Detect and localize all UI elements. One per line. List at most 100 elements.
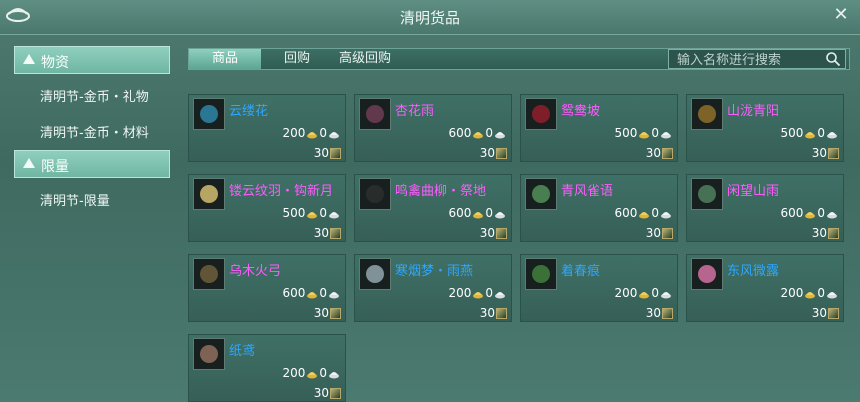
item-name: 青风雀语 xyxy=(561,184,614,199)
sidebar-item-gifts[interactable]: 清明节-金币・礼物 xyxy=(40,86,149,105)
price-zero: 0 xyxy=(651,206,659,220)
item-card[interactable]: 鸳鸯坡 500 0 30 xyxy=(520,94,678,162)
quantity-value: 30 xyxy=(811,226,827,240)
category-label: 物资 xyxy=(41,55,69,71)
item-card[interactable]: 青风雀语 600 0 30 xyxy=(520,174,678,242)
sidebar-item-limited[interactable]: 清明节-限量 xyxy=(40,190,110,209)
stock-icon xyxy=(662,148,673,159)
quantity-value: 30 xyxy=(645,146,661,160)
sidebar-item-materials[interactable]: 清明节-金币・材料 xyxy=(40,122,149,141)
gold-ingot-icon xyxy=(639,211,650,218)
item-quantity: 30 xyxy=(480,226,507,240)
price-zero: 0 xyxy=(319,286,327,300)
price-value: 200 xyxy=(614,286,638,300)
item-name: 着春痕 xyxy=(561,264,601,279)
title-bar: 清明货品 ✕ xyxy=(0,0,860,35)
item-card[interactable]: 山泷青阳 500 0 30 xyxy=(686,94,844,162)
item-card[interactable]: 鸣禽曲柳・祭地 600 0 30 xyxy=(354,174,512,242)
item-name: 纸鸢 xyxy=(229,344,256,359)
quantity-value: 30 xyxy=(811,306,827,320)
gold-ingot-icon xyxy=(307,131,318,138)
item-price: 500 0 xyxy=(780,126,839,140)
quantity-value: 30 xyxy=(479,146,495,160)
item-card[interactable]: 着春痕 200 0 30 xyxy=(520,254,678,322)
kite-icon xyxy=(193,338,225,370)
price-zero: 0 xyxy=(319,366,327,380)
stock-icon xyxy=(496,308,507,319)
price-zero: 0 xyxy=(817,126,825,140)
category-supplies[interactable]: 物资 xyxy=(14,46,170,74)
item-name: 东风微露 xyxy=(727,264,780,279)
gold-ingot-icon xyxy=(307,371,318,378)
gold-ingot-icon xyxy=(805,291,816,298)
hook-icon xyxy=(691,178,723,210)
item-quantity: 30 xyxy=(812,146,839,160)
item-price: 600 0 xyxy=(614,206,673,220)
price-zero: 0 xyxy=(485,206,493,220)
item-quantity: 30 xyxy=(812,226,839,240)
willow-icon xyxy=(359,178,391,210)
silver-ingot-icon xyxy=(827,131,837,138)
item-quantity: 30 xyxy=(480,146,507,160)
flower-icon xyxy=(193,98,225,130)
item-card[interactable]: 云缕花 200 0 30 xyxy=(188,94,346,162)
item-card[interactable]: 纸鸢 200 0 30 xyxy=(188,334,346,402)
tab-advanced-buyback[interactable]: 高级回购 xyxy=(329,49,401,69)
price-value: 600 xyxy=(448,126,472,140)
silver-ingot-icon xyxy=(329,211,339,218)
item-price: 200 0 xyxy=(614,286,673,300)
stock-icon xyxy=(330,228,341,239)
stock-icon xyxy=(828,148,839,159)
price-zero: 0 xyxy=(651,286,659,300)
silver-ingot-icon xyxy=(827,211,837,218)
item-card[interactable]: 寒烟梦・雨燕 200 0 30 xyxy=(354,254,512,322)
item-card[interactable]: 乌木火弓 600 0 30 xyxy=(188,254,346,322)
silver-ingot-icon xyxy=(495,131,505,138)
price-zero: 0 xyxy=(485,126,493,140)
price-value: 200 xyxy=(780,286,804,300)
price-zero: 0 xyxy=(319,126,327,140)
tab-buyback[interactable]: 回购 xyxy=(269,49,325,69)
tab-goods[interactable]: 商品 xyxy=(189,49,261,69)
silver-ingot-icon xyxy=(329,291,339,298)
window-title: 清明货品 xyxy=(399,9,460,27)
item-price: 200 0 xyxy=(282,366,341,380)
close-icon[interactable]: ✕ xyxy=(832,6,850,24)
bow-icon xyxy=(193,258,225,290)
gold-ingot-icon xyxy=(639,131,650,138)
leaf-icon xyxy=(525,258,557,290)
search-box xyxy=(668,49,846,70)
item-quantity: 30 xyxy=(314,146,341,160)
item-card[interactable]: 东风微露 200 0 30 xyxy=(686,254,844,322)
item-card[interactable]: 镂云纹羽・钩新月 500 0 30 xyxy=(188,174,346,242)
price-value: 600 xyxy=(614,206,638,220)
gold-ingot-icon xyxy=(473,131,484,138)
red-fan-icon xyxy=(525,98,557,130)
gold-ingot-icon xyxy=(473,211,484,218)
triangle-up-icon xyxy=(23,158,35,168)
item-price: 600 0 xyxy=(780,206,839,220)
stock-icon xyxy=(330,308,341,319)
silver-ingot-icon xyxy=(661,211,671,218)
quantity-value: 30 xyxy=(313,306,329,320)
search-input[interactable] xyxy=(675,50,825,70)
price-value: 500 xyxy=(780,126,804,140)
ring-icon xyxy=(525,178,557,210)
search-icon[interactable] xyxy=(825,51,841,67)
item-name: 杏花雨 xyxy=(395,104,435,119)
item-card[interactable]: 杏花雨 600 0 30 xyxy=(354,94,512,162)
item-card[interactable]: 闲望山雨 600 0 30 xyxy=(686,174,844,242)
quantity-value: 30 xyxy=(313,226,329,240)
item-quantity: 30 xyxy=(646,226,673,240)
stock-icon xyxy=(496,228,507,239)
category-limited[interactable]: 限量 xyxy=(14,150,170,178)
item-price: 200 0 xyxy=(282,126,341,140)
price-value: 200 xyxy=(448,286,472,300)
silver-ingot-icon xyxy=(827,291,837,298)
egg-icon xyxy=(193,178,225,210)
item-price: 600 0 xyxy=(448,126,507,140)
gold-ingot-icon xyxy=(805,211,816,218)
stock-icon xyxy=(496,148,507,159)
stock-icon xyxy=(330,148,341,159)
price-zero: 0 xyxy=(319,206,327,220)
